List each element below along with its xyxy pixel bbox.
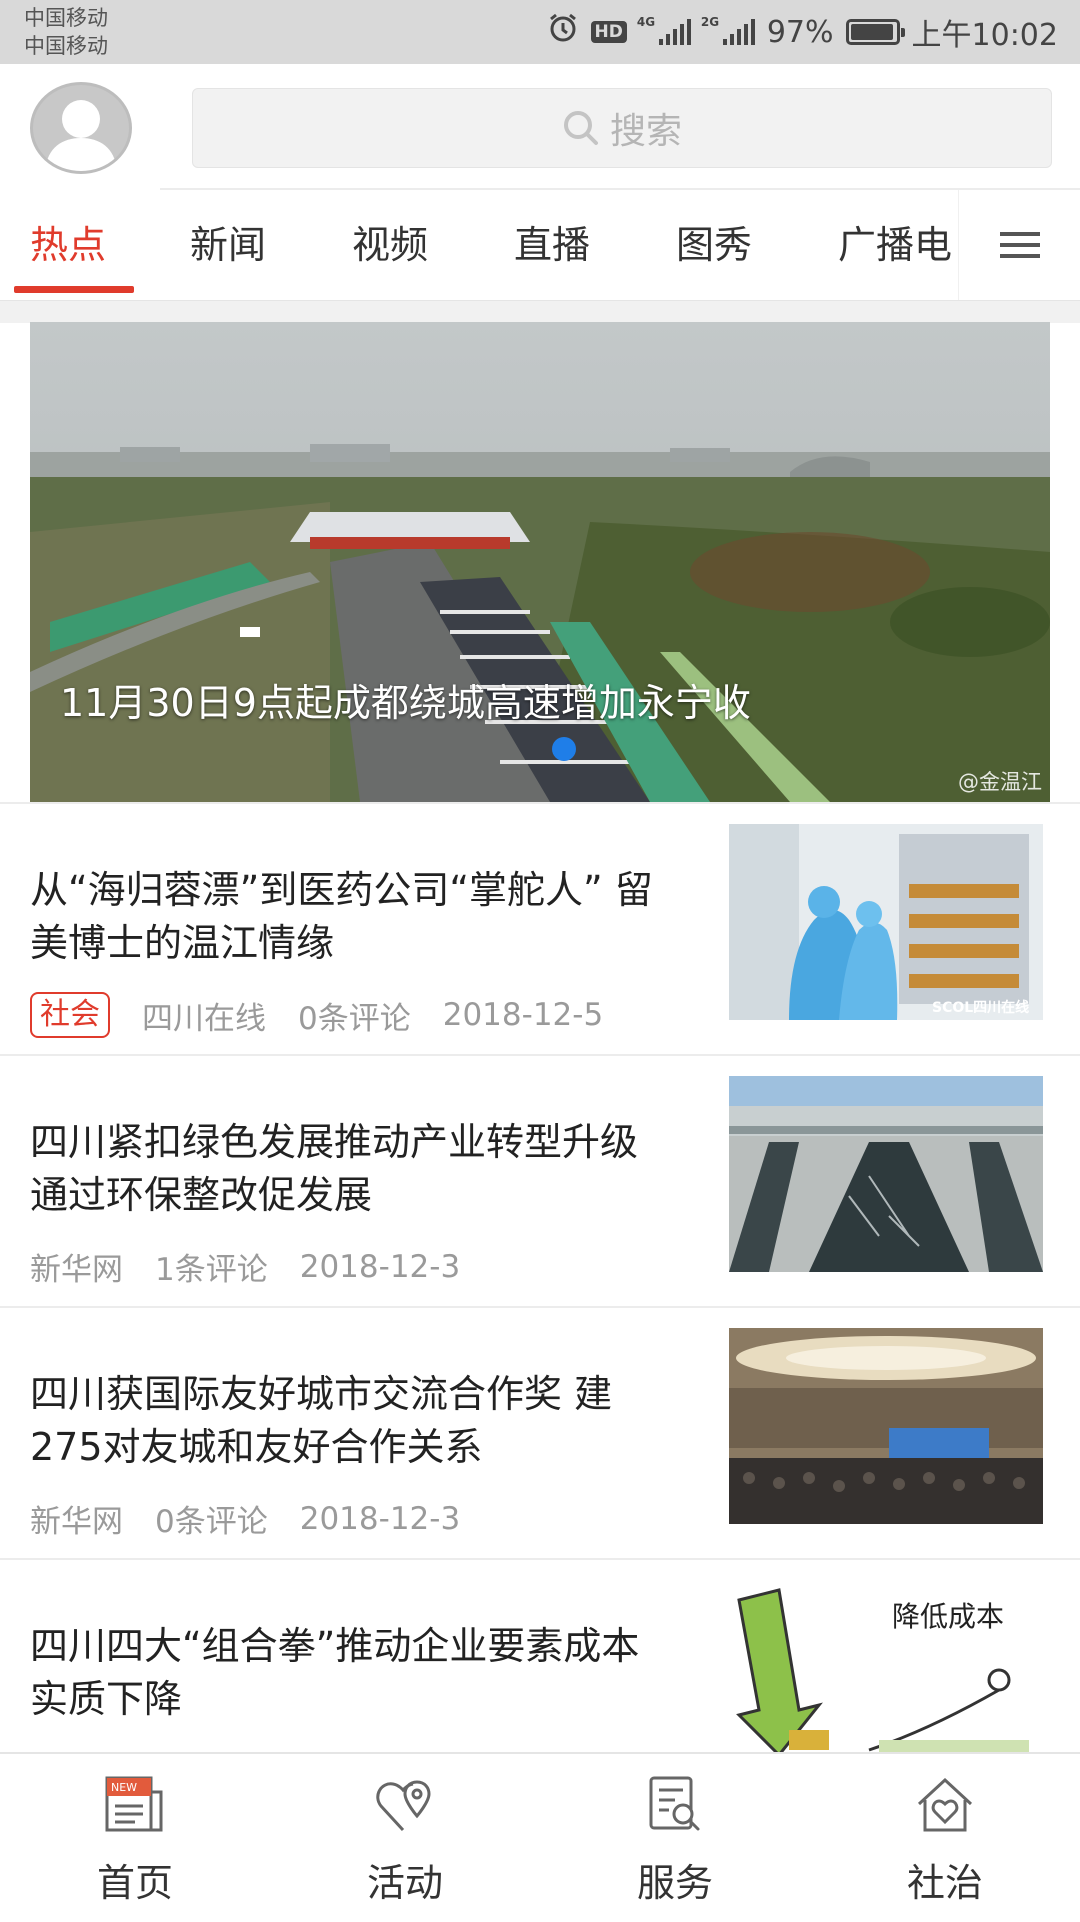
news-source: 四川在线 (142, 1000, 266, 1037)
news-title: 从“海归蓉漂”到医药公司“掌舵人” 留美博士的温江情缘 (30, 868, 653, 965)
news-date: 2018-12-3 (299, 1500, 461, 1537)
battery-icon (845, 19, 905, 45)
nav-label: 首页 (96, 1861, 173, 1905)
tab-video[interactable]: 视频 (352, 214, 428, 269)
hamburger-icon (1000, 232, 1040, 258)
news-item[interactable]: 从“海归蓉漂”到医药公司“掌舵人” 留美博士的温江情缘 社会 四川在线 0条评论… (0, 802, 1080, 1056)
banner-title: 11月30日9点起成都绕城高速增加永宁收 (60, 681, 751, 725)
nav-label: 社治 (906, 1861, 983, 1905)
news-meta: 新华网 0条评论 2018-12-3 (30, 1496, 492, 1541)
network-type-1: 4G (636, 15, 656, 29)
thumb-caption: 降低成本 (892, 1600, 1005, 1633)
nav-label: 服务 (636, 1861, 713, 1905)
home-heart-icon (917, 1777, 973, 1832)
tab-hot[interactable]: 热点 (30, 214, 106, 269)
network-type-2: 2G (700, 15, 720, 29)
news-comments: 0条评论 (298, 1000, 411, 1037)
banner-image (30, 322, 1050, 802)
nav-activity[interactable]: 活动 (270, 1754, 540, 1922)
carousel-indicator (552, 737, 576, 761)
news-source: 新华网 (30, 1252, 123, 1288)
news-source: 新华网 (30, 1504, 123, 1540)
tab-radio[interactable]: 广播电 (838, 214, 952, 269)
nav-label: 活动 (366, 1861, 443, 1905)
news-meta: 社会 四川在线 0条评论 2018-12-5 (30, 992, 635, 1038)
news-thumbnail (729, 824, 1043, 1020)
news-item[interactable]: 四川四大“组合拳”推动企业要素成本实质下降 (0, 1558, 1080, 1754)
search-icon (563, 111, 598, 145)
newspaper-icon: NEW (105, 1776, 163, 1832)
tabs-separator (0, 300, 1080, 323)
news-title: 四川紧扣绿色发展推动产业转型升级 通过环保整改促发展 (30, 1120, 639, 1217)
tab-news[interactable]: 新闻 (190, 214, 266, 269)
nav-community[interactable]: 社治 (810, 1754, 1080, 1922)
user-icon (45, 100, 117, 171)
search-document-icon (649, 1776, 700, 1831)
carrier-info: 中国移动 中国移动 (24, 4, 108, 60)
menu-button[interactable] (958, 190, 1080, 300)
user-avatar[interactable] (30, 82, 132, 174)
featured-banner[interactable]: 11月30日9点起成都绕城高速增加永宁收 @金温江 (30, 322, 1050, 802)
news-title: 四川获国际友好城市交流合作奖 建275对友城和友好合作关系 (30, 1372, 613, 1469)
news-meta: 新华网 1条评论 2018-12-3 (30, 1244, 492, 1289)
news-date: 2018-12-5 (442, 997, 604, 1033)
app-header: 搜索 (0, 64, 1080, 190)
bottom-navigation: NEW 首页 活动 服务 社治 (0, 1752, 1080, 1922)
hd-badge: HD (590, 21, 627, 43)
carrier-2: 中国移动 (24, 34, 108, 58)
search-bar[interactable]: 搜索 (192, 88, 1052, 168)
news-thumbnail (729, 1328, 1043, 1524)
news-thumbnail (729, 1076, 1043, 1272)
tab-live[interactable]: 直播 (514, 214, 590, 269)
news-item[interactable]: 四川获国际友好城市交流合作奖 建275对友城和友好合作关系 新华网 0条评论 2… (0, 1306, 1080, 1560)
heart-location-icon (376, 1780, 431, 1832)
news-date: 2018-12-3 (299, 1248, 461, 1285)
tab-photos[interactable]: 图秀 (676, 214, 752, 269)
battery-percent: 97% (766, 14, 834, 50)
thumb-watermark-1: SCOL四川在线 (932, 1000, 1030, 1016)
clock: 上午10:02 (911, 18, 1058, 53)
carrier-1: 中国移动 (24, 6, 108, 30)
category-tabs: 热点 新闻 视频 直播 图秀 广播电 (0, 190, 1080, 300)
category-tag: 社会 (30, 992, 110, 1038)
status-bar: 中国移动 中国移动 HD 4G 2G 97% 上午10:02 (0, 0, 1080, 64)
signal-2g-icon: 2G (701, 15, 755, 45)
new-badge: NEW (111, 1781, 137, 1794)
news-item[interactable]: 四川紧扣绿色发展推动产业转型升级 通过环保整改促发展 新华网 1条评论 2018… (0, 1054, 1080, 1308)
signal-4g-icon: 4G (637, 15, 691, 45)
nav-service[interactable]: 服务 (540, 1754, 810, 1922)
search-placeholder: 搜索 (609, 111, 682, 152)
news-comments: 1条评论 (155, 1252, 268, 1288)
news-title: 四川四大“组合拳”推动企业要素成本实质下降 (30, 1624, 640, 1721)
active-tab-indicator (14, 286, 134, 293)
nav-home[interactable]: NEW 首页 (0, 1754, 270, 1922)
alarm-icon (547, 12, 579, 52)
banner-watermark: @金温江 (958, 770, 1042, 794)
news-comments: 0条评论 (155, 1504, 268, 1540)
